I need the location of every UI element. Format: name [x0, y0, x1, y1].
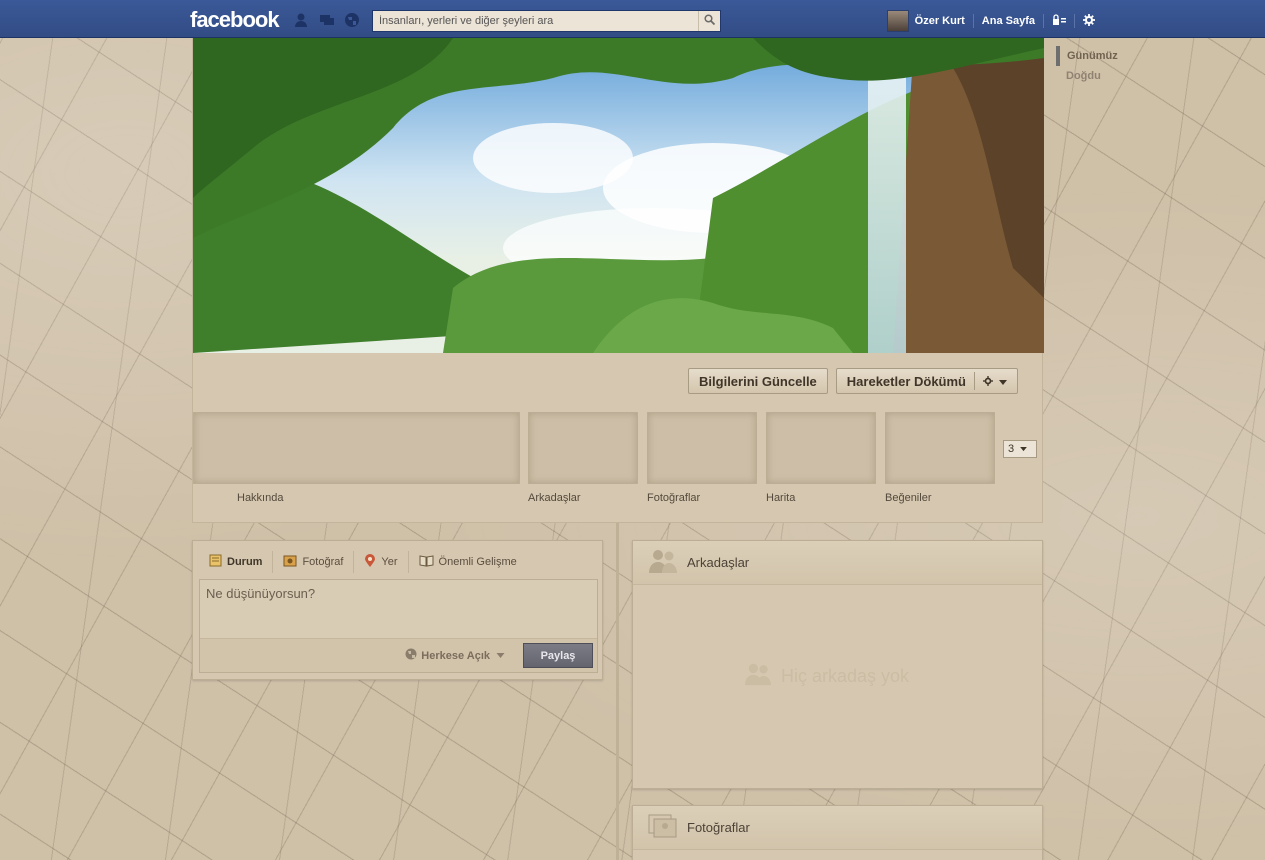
user-avatar[interactable] — [886, 10, 909, 32]
globe-icon — [405, 648, 417, 663]
timeline-scrubber: Günümüz Doğdu — [1056, 46, 1118, 86]
tab-status-label: Durum — [227, 556, 263, 568]
messages-icon[interactable] — [319, 12, 335, 28]
app-label-friends: Arkadaşlar — [528, 492, 581, 504]
tab-place[interactable]: Yer — [354, 547, 407, 577]
nav-divider — [1074, 14, 1075, 28]
top-nav-right: Özer Kurt Ana Sayfa — [886, 10, 1095, 32]
app-label-map: Harita — [766, 492, 796, 504]
share-button[interactable]: Paylaş — [523, 643, 593, 668]
tab-photo-label: Fotoğraf — [302, 556, 344, 568]
friends-icon — [647, 547, 679, 578]
app-label-photos: Fotoğraflar — [647, 492, 701, 504]
tab-life-event[interactable]: Önemli Gelişme — [409, 547, 527, 577]
friends-empty-icon — [743, 661, 773, 692]
app-tile-about[interactable]: Hakkında — [193, 412, 520, 504]
search-input[interactable] — [373, 11, 699, 31]
privacy-selector[interactable]: Herkese Açık — [405, 648, 505, 663]
search-bar — [372, 10, 721, 32]
friends-panel: Arkadaşlar Hiç arkadaş yok — [632, 540, 1043, 789]
photos-panel-header[interactable]: Fotoğraflar — [633, 806, 1042, 850]
composer-box: Herkese Açık Paylaş — [199, 579, 598, 673]
friends-empty-text: Hiç arkadaş yok — [781, 666, 910, 686]
nav-divider — [1043, 14, 1044, 28]
app-label-about: Hakkında — [237, 492, 284, 504]
activity-log-label: Hareketler Dökümü — [846, 373, 966, 389]
chevron-down-icon — [496, 650, 505, 662]
tab-life-event-label: Önemli Gelişme — [438, 556, 517, 568]
search-icon — [704, 14, 716, 28]
profile-header: Bilgilerini Güncelle Hareketler Dökümü H… — [192, 38, 1044, 523]
map-pin-icon — [364, 553, 376, 571]
book-icon — [419, 554, 434, 570]
cover-landscape-image — [193, 38, 1044, 353]
app-tile-likes[interactable]: Beğeniler — [885, 412, 995, 504]
friends-panel-title: Arkadaşlar — [687, 555, 750, 570]
notifications-globe-icon[interactable] — [344, 12, 360, 28]
search-button[interactable] — [698, 11, 720, 31]
app-tile-photos[interactable]: Fotoğraflar — [647, 412, 757, 504]
friends-empty-state: Hiç arkadaş yok — [743, 661, 909, 692]
privacy-shortcuts-icon[interactable] — [1052, 13, 1066, 29]
app-thumb-photos — [647, 412, 757, 484]
friend-requests-icon[interactable] — [293, 12, 309, 28]
tab-place-label: Yer — [381, 556, 398, 568]
status-input[interactable] — [200, 580, 597, 638]
apps-count-dropdown[interactable]: 3 — [1003, 440, 1037, 458]
profile-apps-row: Hakkında Arkadaşlar Fotoğraflar Harita B… — [193, 410, 1044, 510]
tab-photo[interactable]: Fotoğraf — [273, 547, 353, 577]
user-name-link[interactable]: Özer Kurt — [915, 15, 965, 27]
app-thumb-likes — [885, 412, 995, 484]
photo-icon — [283, 555, 297, 570]
app-thumb-map — [766, 412, 876, 484]
scrubber-item-born[interactable]: Doğdu — [1056, 66, 1118, 86]
app-tile-friends[interactable]: Arkadaşlar — [528, 412, 638, 504]
apps-count-value: 3 — [1008, 443, 1015, 455]
profile-actions: Bilgilerini Güncelle Hareketler Dökümü — [688, 368, 1018, 394]
status-pencil-icon — [209, 554, 222, 570]
nav-divider — [972, 14, 974, 28]
update-info-button[interactable]: Bilgilerini Güncelle — [688, 368, 828, 394]
button-divider — [974, 372, 975, 390]
app-thumb-friends — [528, 412, 638, 484]
composer-footer: Herkese Açık Paylaş — [200, 638, 597, 672]
photos-icon — [647, 813, 679, 842]
scrubber-item-now[interactable]: Günümüz — [1056, 46, 1118, 66]
home-link[interactable]: Ana Sayfa — [982, 15, 1035, 27]
privacy-label: Herkese Açık — [421, 649, 490, 662]
status-composer: Durum Fotoğraf Yer Önemli Gelişme Ne düş… — [192, 540, 603, 680]
cover-photo[interactable] — [193, 38, 1044, 353]
composer-tabs: Durum Fotoğraf Yer Önemli Gelişme — [199, 547, 527, 577]
settings-gear-icon[interactable] — [1083, 13, 1095, 29]
friends-panel-header[interactable]: Arkadaşlar — [633, 541, 1042, 585]
app-thumb-about — [193, 412, 520, 484]
timeline-spine — [616, 523, 619, 860]
activity-log-button[interactable]: Hareketler Dökümü — [835, 368, 1018, 394]
app-label-likes: Beğeniler — [885, 492, 932, 504]
chevron-down-icon — [999, 374, 1007, 389]
photos-panel: Fotoğraflar — [632, 805, 1043, 860]
gear-icon — [983, 374, 993, 389]
app-tile-map[interactable]: Harita — [766, 412, 876, 504]
chevron-down-icon — [1020, 443, 1027, 455]
photos-panel-title: Fotoğraflar — [687, 820, 750, 835]
top-bar: facebook Özer Kurt Ana Sayfa — [0, 0, 1265, 38]
facebook-logo[interactable]: facebook — [190, 7, 280, 33]
tab-status[interactable]: Durum — [199, 547, 272, 577]
